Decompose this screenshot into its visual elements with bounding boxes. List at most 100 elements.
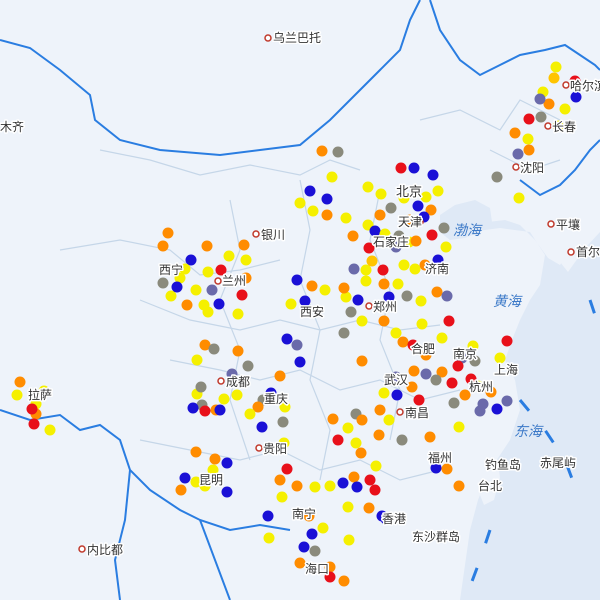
station-dot[interactable] bbox=[410, 235, 422, 247]
station-dot[interactable] bbox=[392, 278, 404, 290]
station-dot[interactable] bbox=[221, 457, 233, 469]
station-dot[interactable] bbox=[179, 472, 191, 484]
station-dot[interactable] bbox=[348, 263, 360, 275]
station-dot[interactable] bbox=[332, 146, 344, 158]
station-dot[interactable] bbox=[190, 446, 202, 458]
station-dot[interactable] bbox=[412, 200, 424, 212]
station-dot[interactable] bbox=[355, 447, 367, 459]
station-dot[interactable] bbox=[397, 336, 409, 348]
station-dot[interactable] bbox=[214, 404, 226, 416]
station-dot[interactable] bbox=[208, 343, 220, 355]
station-dot[interactable] bbox=[342, 422, 354, 434]
station-dot[interactable] bbox=[223, 250, 235, 262]
station-dot[interactable] bbox=[221, 486, 233, 498]
station-dot[interactable] bbox=[363, 502, 375, 514]
station-dot[interactable] bbox=[441, 290, 453, 302]
station-dot[interactable] bbox=[420, 368, 432, 380]
station-dot[interactable] bbox=[304, 185, 316, 197]
station-dot[interactable] bbox=[321, 193, 333, 205]
station-dot[interactable] bbox=[534, 93, 546, 105]
station-dot[interactable] bbox=[430, 374, 442, 386]
station-dot[interactable] bbox=[14, 376, 26, 388]
station-dot[interactable] bbox=[375, 188, 387, 200]
station-dot[interactable] bbox=[452, 360, 464, 372]
station-dot[interactable] bbox=[535, 111, 547, 123]
station-dot[interactable] bbox=[317, 522, 329, 534]
station-dot[interactable] bbox=[348, 471, 360, 483]
station-dot[interactable] bbox=[378, 387, 390, 399]
station-dot[interactable] bbox=[453, 480, 465, 492]
station-dot[interactable] bbox=[424, 431, 436, 443]
station-dot[interactable] bbox=[332, 434, 344, 446]
station-dot[interactable] bbox=[356, 315, 368, 327]
station-dot[interactable] bbox=[291, 480, 303, 492]
station-dot[interactable] bbox=[436, 332, 448, 344]
station-dot[interactable] bbox=[277, 416, 289, 428]
station-dot[interactable] bbox=[369, 484, 381, 496]
station-dot[interactable] bbox=[175, 484, 187, 496]
station-dot[interactable] bbox=[523, 144, 535, 156]
station-dot[interactable] bbox=[285, 298, 297, 310]
station-dot[interactable] bbox=[501, 335, 513, 347]
station-dot[interactable] bbox=[378, 315, 390, 327]
station-dot[interactable] bbox=[356, 355, 368, 367]
station-dot[interactable] bbox=[240, 254, 252, 266]
station-dot[interactable] bbox=[294, 356, 306, 368]
station-dot[interactable] bbox=[523, 113, 535, 125]
station-dot[interactable] bbox=[396, 434, 408, 446]
station-dot[interactable] bbox=[432, 185, 444, 197]
station-dot[interactable] bbox=[213, 298, 225, 310]
station-dot[interactable] bbox=[307, 205, 319, 217]
station-dot[interactable] bbox=[448, 397, 460, 409]
station-dot[interactable] bbox=[438, 222, 450, 234]
station-dot[interactable] bbox=[291, 274, 303, 286]
station-dot[interactable] bbox=[474, 405, 486, 417]
station-dot[interactable] bbox=[236, 289, 248, 301]
station-dot[interactable] bbox=[427, 169, 439, 181]
station-dot[interactable] bbox=[316, 145, 328, 157]
station-dot[interactable] bbox=[356, 414, 368, 426]
station-dot[interactable] bbox=[385, 202, 397, 214]
station-dot[interactable] bbox=[360, 264, 372, 276]
station-dot[interactable] bbox=[195, 381, 207, 393]
station-dot[interactable] bbox=[306, 528, 318, 540]
station-dot[interactable] bbox=[501, 395, 513, 407]
station-dot[interactable] bbox=[206, 284, 218, 296]
station-dot[interactable] bbox=[370, 460, 382, 472]
station-dot[interactable] bbox=[409, 263, 421, 275]
station-dot[interactable] bbox=[291, 339, 303, 351]
station-dot[interactable] bbox=[11, 389, 23, 401]
station-dot[interactable] bbox=[398, 259, 410, 271]
station-dot[interactable] bbox=[383, 414, 395, 426]
station-dot[interactable] bbox=[366, 255, 378, 267]
station-dot[interactable] bbox=[231, 389, 243, 401]
station-dot[interactable] bbox=[374, 404, 386, 416]
station-dot[interactable] bbox=[440, 241, 452, 253]
station-dot[interactable] bbox=[342, 501, 354, 513]
station-dot[interactable] bbox=[181, 299, 193, 311]
station-dot[interactable] bbox=[209, 453, 221, 465]
station-dot[interactable] bbox=[443, 315, 455, 327]
station-dot[interactable] bbox=[44, 424, 56, 436]
station-dot[interactable] bbox=[512, 148, 524, 160]
station-dot[interactable] bbox=[408, 162, 420, 174]
station-dot[interactable] bbox=[165, 290, 177, 302]
station-dot[interactable] bbox=[306, 280, 318, 292]
station-dot[interactable] bbox=[453, 421, 465, 433]
station-dot[interactable] bbox=[378, 278, 390, 290]
station-dot[interactable] bbox=[199, 405, 211, 417]
station-dot[interactable] bbox=[294, 557, 306, 569]
station-dot[interactable] bbox=[491, 403, 503, 415]
station-dot[interactable] bbox=[391, 389, 403, 401]
station-dot[interactable] bbox=[262, 510, 274, 522]
station-dot[interactable] bbox=[171, 281, 183, 293]
station-dot[interactable] bbox=[201, 240, 213, 252]
station-dot[interactable] bbox=[191, 354, 203, 366]
station-dot[interactable] bbox=[401, 290, 413, 302]
station-dot[interactable] bbox=[26, 403, 38, 415]
station-dot[interactable] bbox=[238, 239, 250, 251]
station-dot[interactable] bbox=[373, 429, 385, 441]
station-dot[interactable] bbox=[162, 227, 174, 239]
station-dot[interactable] bbox=[415, 295, 427, 307]
station-dot[interactable] bbox=[324, 480, 336, 492]
